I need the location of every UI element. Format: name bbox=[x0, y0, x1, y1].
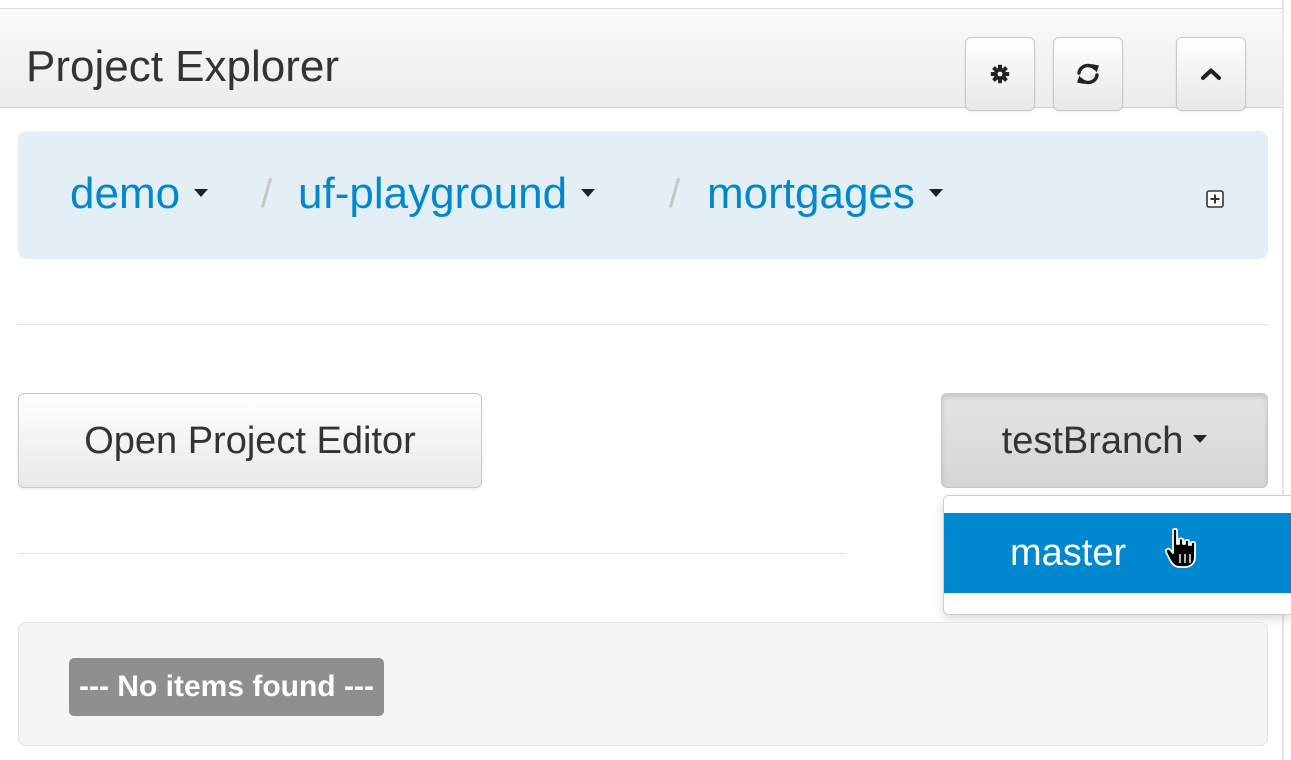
gear-icon bbox=[990, 64, 1010, 84]
collapse-button[interactable] bbox=[1176, 37, 1246, 111]
refresh-icon bbox=[1077, 63, 1099, 85]
breadcrumb-item-demo[interactable]: demo bbox=[70, 166, 209, 222]
breadcrumb-separator: / bbox=[261, 172, 273, 216]
plus-square-icon[interactable] bbox=[1206, 190, 1224, 208]
divider bbox=[18, 553, 846, 554]
panel-title: Project Explorer bbox=[26, 42, 340, 91]
results-panel: --- No items found --- bbox=[18, 622, 1268, 746]
caret-down-icon bbox=[1193, 434, 1208, 443]
caret-down-icon bbox=[194, 189, 209, 198]
project-explorer-panel: Project Explorer demo / uf-playground / … bbox=[0, 0, 1291, 760]
divider bbox=[18, 324, 1268, 325]
branch-dropdown-menu: master bbox=[943, 495, 1291, 615]
branch-selector-button[interactable]: testBranch bbox=[941, 393, 1268, 488]
breadcrumb-separator: / bbox=[669, 172, 681, 216]
chevron-up-icon bbox=[1201, 68, 1221, 80]
breadcrumb-item-uf-playground[interactable]: uf-playground bbox=[298, 166, 596, 222]
open-project-editor-button[interactable]: Open Project Editor bbox=[18, 393, 482, 488]
settings-button[interactable] bbox=[965, 37, 1035, 111]
breadcrumb: demo / uf-playground / mortgages bbox=[18, 131, 1268, 259]
branch-selector-label: testBranch bbox=[1001, 419, 1184, 462]
hand-pointer-icon bbox=[1164, 527, 1196, 568]
branch-menu-item-master[interactable]: master bbox=[944, 513, 1291, 593]
refresh-button[interactable] bbox=[1053, 37, 1123, 111]
caret-down-icon bbox=[581, 189, 596, 198]
breadcrumb-item-label: demo bbox=[70, 169, 181, 218]
panel-right-border bbox=[1282, 0, 1284, 760]
breadcrumb-item-label: uf-playground bbox=[298, 169, 568, 218]
caret-down-icon bbox=[928, 189, 943, 198]
breadcrumb-item-label: mortgages bbox=[707, 169, 915, 218]
breadcrumb-item-mortgages[interactable]: mortgages bbox=[707, 166, 943, 222]
branch-menu-item-label: master bbox=[1010, 532, 1127, 574]
no-items-badge: --- No items found --- bbox=[69, 658, 384, 716]
panel-header: Project Explorer bbox=[0, 8, 1282, 111]
